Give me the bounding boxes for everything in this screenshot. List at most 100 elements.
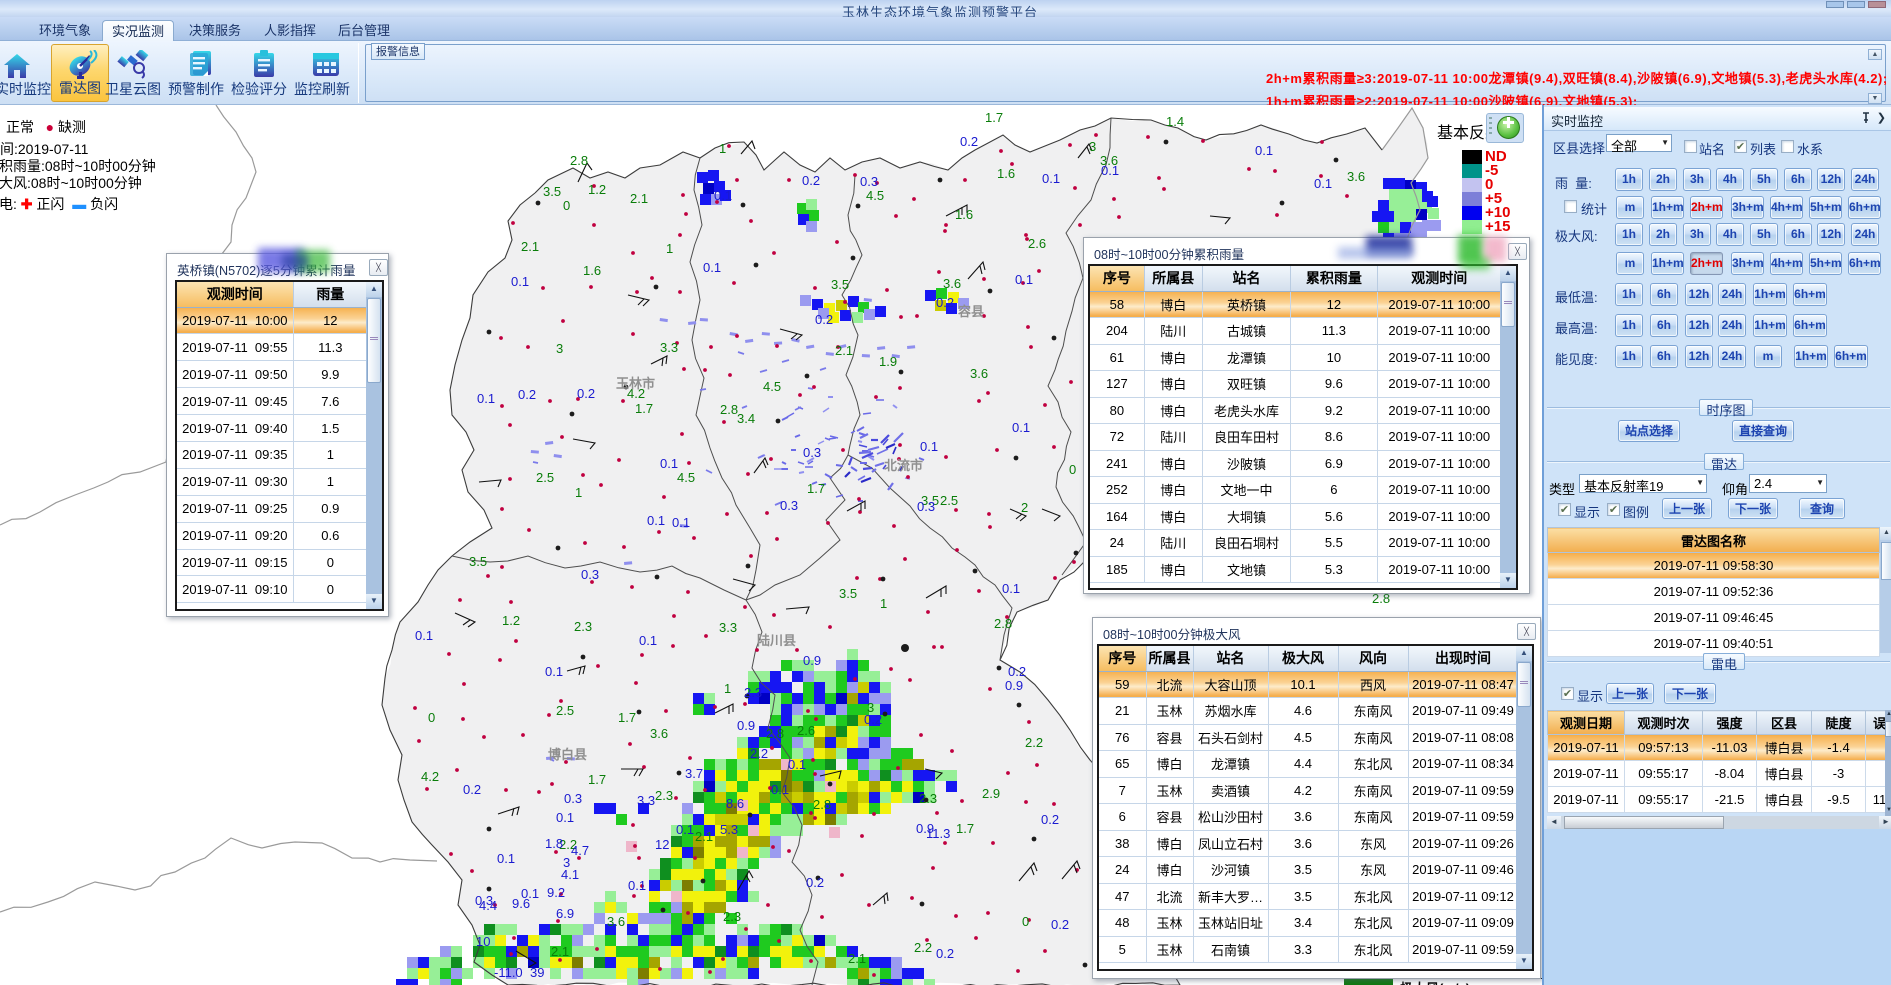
- svg-text:4.5: 4.5: [677, 470, 695, 485]
- svg-text:8.6: 8.6: [726, 796, 744, 811]
- svg-text:11.3: 11.3: [926, 826, 950, 841]
- svg-text:4.1: 4.1: [561, 867, 579, 882]
- svg-text:3.5: 3.5: [543, 184, 561, 199]
- svg-text:1: 1: [880, 596, 887, 611]
- svg-text:1.6: 1.6: [583, 263, 601, 278]
- svg-text:0.1: 0.1: [628, 878, 646, 893]
- svg-text:1.7: 1.7: [956, 821, 974, 836]
- svg-text:陆川县: 陆川县: [757, 633, 796, 648]
- svg-text:4.7: 4.7: [571, 843, 589, 858]
- svg-text:1.6: 1.6: [955, 207, 973, 222]
- svg-text:2.3: 2.3: [655, 788, 673, 803]
- svg-text:0.3: 0.3: [917, 499, 935, 514]
- svg-text:12: 12: [655, 837, 669, 852]
- svg-text:2.1: 2.1: [630, 191, 648, 206]
- svg-text:0.1: 0.1: [1042, 171, 1060, 186]
- svg-text:2: 2: [1021, 500, 1028, 515]
- svg-text:3.7: 3.7: [685, 766, 703, 781]
- svg-text:2.1: 2.1: [848, 951, 866, 966]
- svg-text:0.1: 0.1: [1314, 176, 1332, 191]
- svg-text:2.1: 2.1: [835, 343, 853, 358]
- svg-text:2.3: 2.3: [744, 685, 762, 700]
- svg-text:3.3: 3.3: [719, 620, 737, 635]
- svg-text:0.1: 0.1: [771, 782, 789, 797]
- svg-text:2.5: 2.5: [940, 493, 958, 508]
- svg-text:0: 0: [428, 710, 435, 725]
- svg-text:9.2: 9.2: [547, 885, 565, 900]
- svg-text:0.9: 0.9: [737, 718, 755, 733]
- svg-text:容县: 容县: [957, 304, 984, 319]
- svg-text:3: 3: [1089, 139, 1096, 154]
- svg-text:39: 39: [530, 965, 544, 980]
- svg-text:0.1: 0.1: [1255, 143, 1273, 158]
- svg-text:3.5: 3.5: [839, 586, 857, 601]
- svg-text:2.3: 2.3: [574, 619, 592, 634]
- svg-text:0.1: 0.1: [545, 664, 563, 679]
- svg-text:3.3: 3.3: [660, 340, 678, 355]
- svg-text:2.3: 2.3: [723, 909, 741, 924]
- svg-text:3.6: 3.6: [650, 726, 668, 741]
- svg-text:0.2: 0.2: [463, 782, 481, 797]
- svg-text:1.9: 1.9: [879, 354, 897, 369]
- svg-text:0.2: 0.2: [577, 386, 595, 401]
- svg-text:6.9: 6.9: [556, 906, 574, 921]
- svg-text:1: 1: [724, 681, 731, 696]
- svg-text:0.1: 0.1: [672, 515, 690, 530]
- svg-text:0.1: 0.1: [920, 439, 938, 454]
- svg-text:0.2: 0.2: [936, 295, 954, 310]
- svg-text:0.3: 0.3: [860, 174, 878, 189]
- svg-text:0.1: 0.1: [477, 391, 495, 406]
- svg-text:3.6: 3.6: [1347, 169, 1365, 184]
- svg-text:2.8: 2.8: [994, 616, 1012, 631]
- svg-text:2.8: 2.8: [570, 153, 588, 168]
- svg-text:0.3: 0.3: [564, 791, 582, 806]
- svg-text:4.5: 4.5: [763, 379, 781, 394]
- svg-text:博白县: 博白县: [548, 747, 587, 762]
- svg-text:1.7: 1.7: [635, 401, 653, 416]
- svg-text:2.8: 2.8: [720, 402, 738, 417]
- svg-text:2.2: 2.2: [1025, 735, 1043, 750]
- svg-text:1.7: 1.7: [985, 110, 1003, 125]
- svg-text:北流市: 北流市: [884, 458, 923, 473]
- svg-text:玉林市: 玉林市: [616, 376, 655, 391]
- svg-text:2.3: 2.3: [919, 791, 937, 806]
- svg-text:3.6: 3.6: [943, 276, 961, 291]
- svg-text:2.5: 2.5: [536, 470, 554, 485]
- svg-text:0.1: 0.1: [714, 188, 732, 203]
- svg-text:3.5: 3.5: [469, 554, 487, 569]
- svg-text:0: 0: [563, 198, 570, 213]
- svg-text:0.2: 0.2: [1041, 812, 1059, 827]
- svg-text:0.9: 0.9: [803, 653, 821, 668]
- svg-text:0.2: 0.2: [960, 134, 978, 149]
- svg-text:5.3: 5.3: [720, 822, 738, 837]
- svg-text:-11.0: -11.0: [494, 965, 523, 980]
- svg-text:3.6: 3.6: [607, 914, 625, 929]
- svg-text:0.1: 0.1: [660, 456, 678, 471]
- svg-text:2.1: 2.1: [551, 944, 569, 959]
- svg-text:2.1: 2.1: [521, 239, 539, 254]
- svg-text:0.9: 0.9: [1005, 678, 1023, 693]
- svg-text:0.1: 0.1: [511, 274, 529, 289]
- svg-text:0.1: 0.1: [556, 810, 574, 825]
- svg-text:0: 0: [1022, 914, 1029, 929]
- svg-text:4.2: 4.2: [421, 769, 439, 784]
- svg-text:2.8: 2.8: [766, 726, 784, 741]
- svg-text:1.6: 1.6: [997, 166, 1015, 181]
- svg-text:3.6: 3.6: [1100, 153, 1118, 168]
- svg-text:0.2: 0.2: [518, 387, 536, 402]
- svg-text:3.4: 3.4: [737, 411, 755, 426]
- svg-text:2.1: 2.1: [695, 829, 713, 844]
- svg-text:3.5: 3.5: [831, 277, 849, 292]
- svg-text:0.1: 0.1: [788, 757, 806, 772]
- svg-text:0.1: 0.1: [639, 633, 657, 648]
- svg-text:0.1: 0.1: [1015, 272, 1033, 287]
- svg-text:0.2: 0.2: [1008, 664, 1026, 679]
- svg-text:0.1: 0.1: [1002, 581, 1020, 596]
- svg-text:0.2: 0.2: [1051, 917, 1069, 932]
- svg-text:0.2: 0.2: [802, 173, 820, 188]
- svg-text:4.4: 4.4: [479, 898, 497, 913]
- svg-text:1.7: 1.7: [588, 772, 606, 787]
- svg-text:1: 1: [666, 241, 673, 256]
- svg-text:0.1: 0.1: [703, 260, 721, 275]
- svg-text:1.2: 1.2: [502, 613, 520, 628]
